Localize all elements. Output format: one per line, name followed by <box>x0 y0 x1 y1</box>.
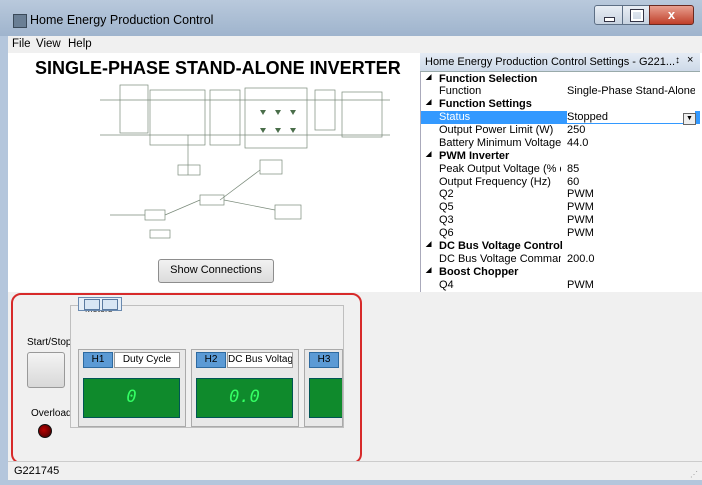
status-bar <box>8 461 702 481</box>
category-dc-bus-voltage-control[interactable]: ◢ DC Bus Voltage Control <box>421 240 700 252</box>
schematic-title: SINGLE-PHASE STAND-ALONE INVERTER <box>35 58 401 78</box>
collapse-triangle-icon[interactable]: ◢ <box>426 266 431 274</box>
resize-grip-icon[interactable]: ⋰ <box>690 470 698 479</box>
property-row[interactable]: Q6 PWM <box>421 227 700 239</box>
property-row[interactable]: Peak Output Voltage (% of DC85 <box>421 163 700 175</box>
menu-file[interactable]: File <box>12 38 31 50</box>
collapse-triangle-icon[interactable]: ◢ <box>426 150 431 158</box>
category-boost-chopper[interactable]: ◢ Boost Chopper <box>421 266 700 278</box>
property-row[interactable]: Output Frequency (Hz) 60 <box>421 176 700 188</box>
property-row[interactable]: Battery Minimum Voltage (V)44.0 <box>421 137 700 149</box>
property-row[interactable]: Q2 PWM <box>421 188 700 200</box>
status-device-id: G221745 <box>14 465 60 477</box>
highlight-annotation-box <box>11 293 362 464</box>
collapse-triangle-icon[interactable]: ◢ <box>426 73 431 81</box>
settings-title: Home Energy Production Control Settings … <box>425 56 676 68</box>
close-panel-icon[interactable]: × <box>687 54 693 66</box>
category-function-selection[interactable]: ◢ Function Selection <box>421 73 700 85</box>
category-pwm-inverter[interactable]: ◢ PWM Inverter <box>421 150 700 162</box>
window-border-bottom <box>0 480 702 485</box>
collapse-triangle-icon[interactable]: ◢ <box>426 98 431 106</box>
circuit-diagram-image <box>100 84 390 239</box>
property-row[interactable]: Output Power Limit (W) 250 <box>421 124 700 136</box>
property-row[interactable]: Q4 PWM <box>421 279 700 291</box>
maximize-icon <box>630 9 644 22</box>
window-border-left <box>0 36 8 485</box>
category-function-settings[interactable]: ◢ Function Settings <box>421 98 700 110</box>
property-row-selected[interactable]: Status Stopped <box>421 111 700 124</box>
menu-help[interactable]: Help <box>68 38 92 50</box>
menu-bar: File View Help <box>8 36 702 53</box>
window-title: Home Energy Production Control <box>30 13 214 27</box>
property-row[interactable]: FunctionSingle-Phase Stand-Alone Inv <box>421 85 700 97</box>
property-row[interactable]: Q3 PWM <box>421 214 700 226</box>
app-icon <box>13 14 27 28</box>
close-button[interactable]: x <box>649 5 694 25</box>
menu-view[interactable]: View <box>36 38 61 50</box>
property-row[interactable]: Q5 PWM <box>421 201 700 213</box>
show-connections-button[interactable]: Show Connections <box>158 259 274 283</box>
minimize-icon <box>604 17 615 22</box>
collapse-triangle-icon[interactable]: ◢ <box>426 240 431 248</box>
property-row[interactable]: DC Bus Voltage Command (V)200.0 <box>421 253 700 265</box>
close-icon: x <box>667 7 676 22</box>
maximize-button[interactable] <box>622 5 650 25</box>
pin-icon[interactable]: ↕ <box>675 55 680 66</box>
minimize-button[interactable] <box>594 5 623 25</box>
